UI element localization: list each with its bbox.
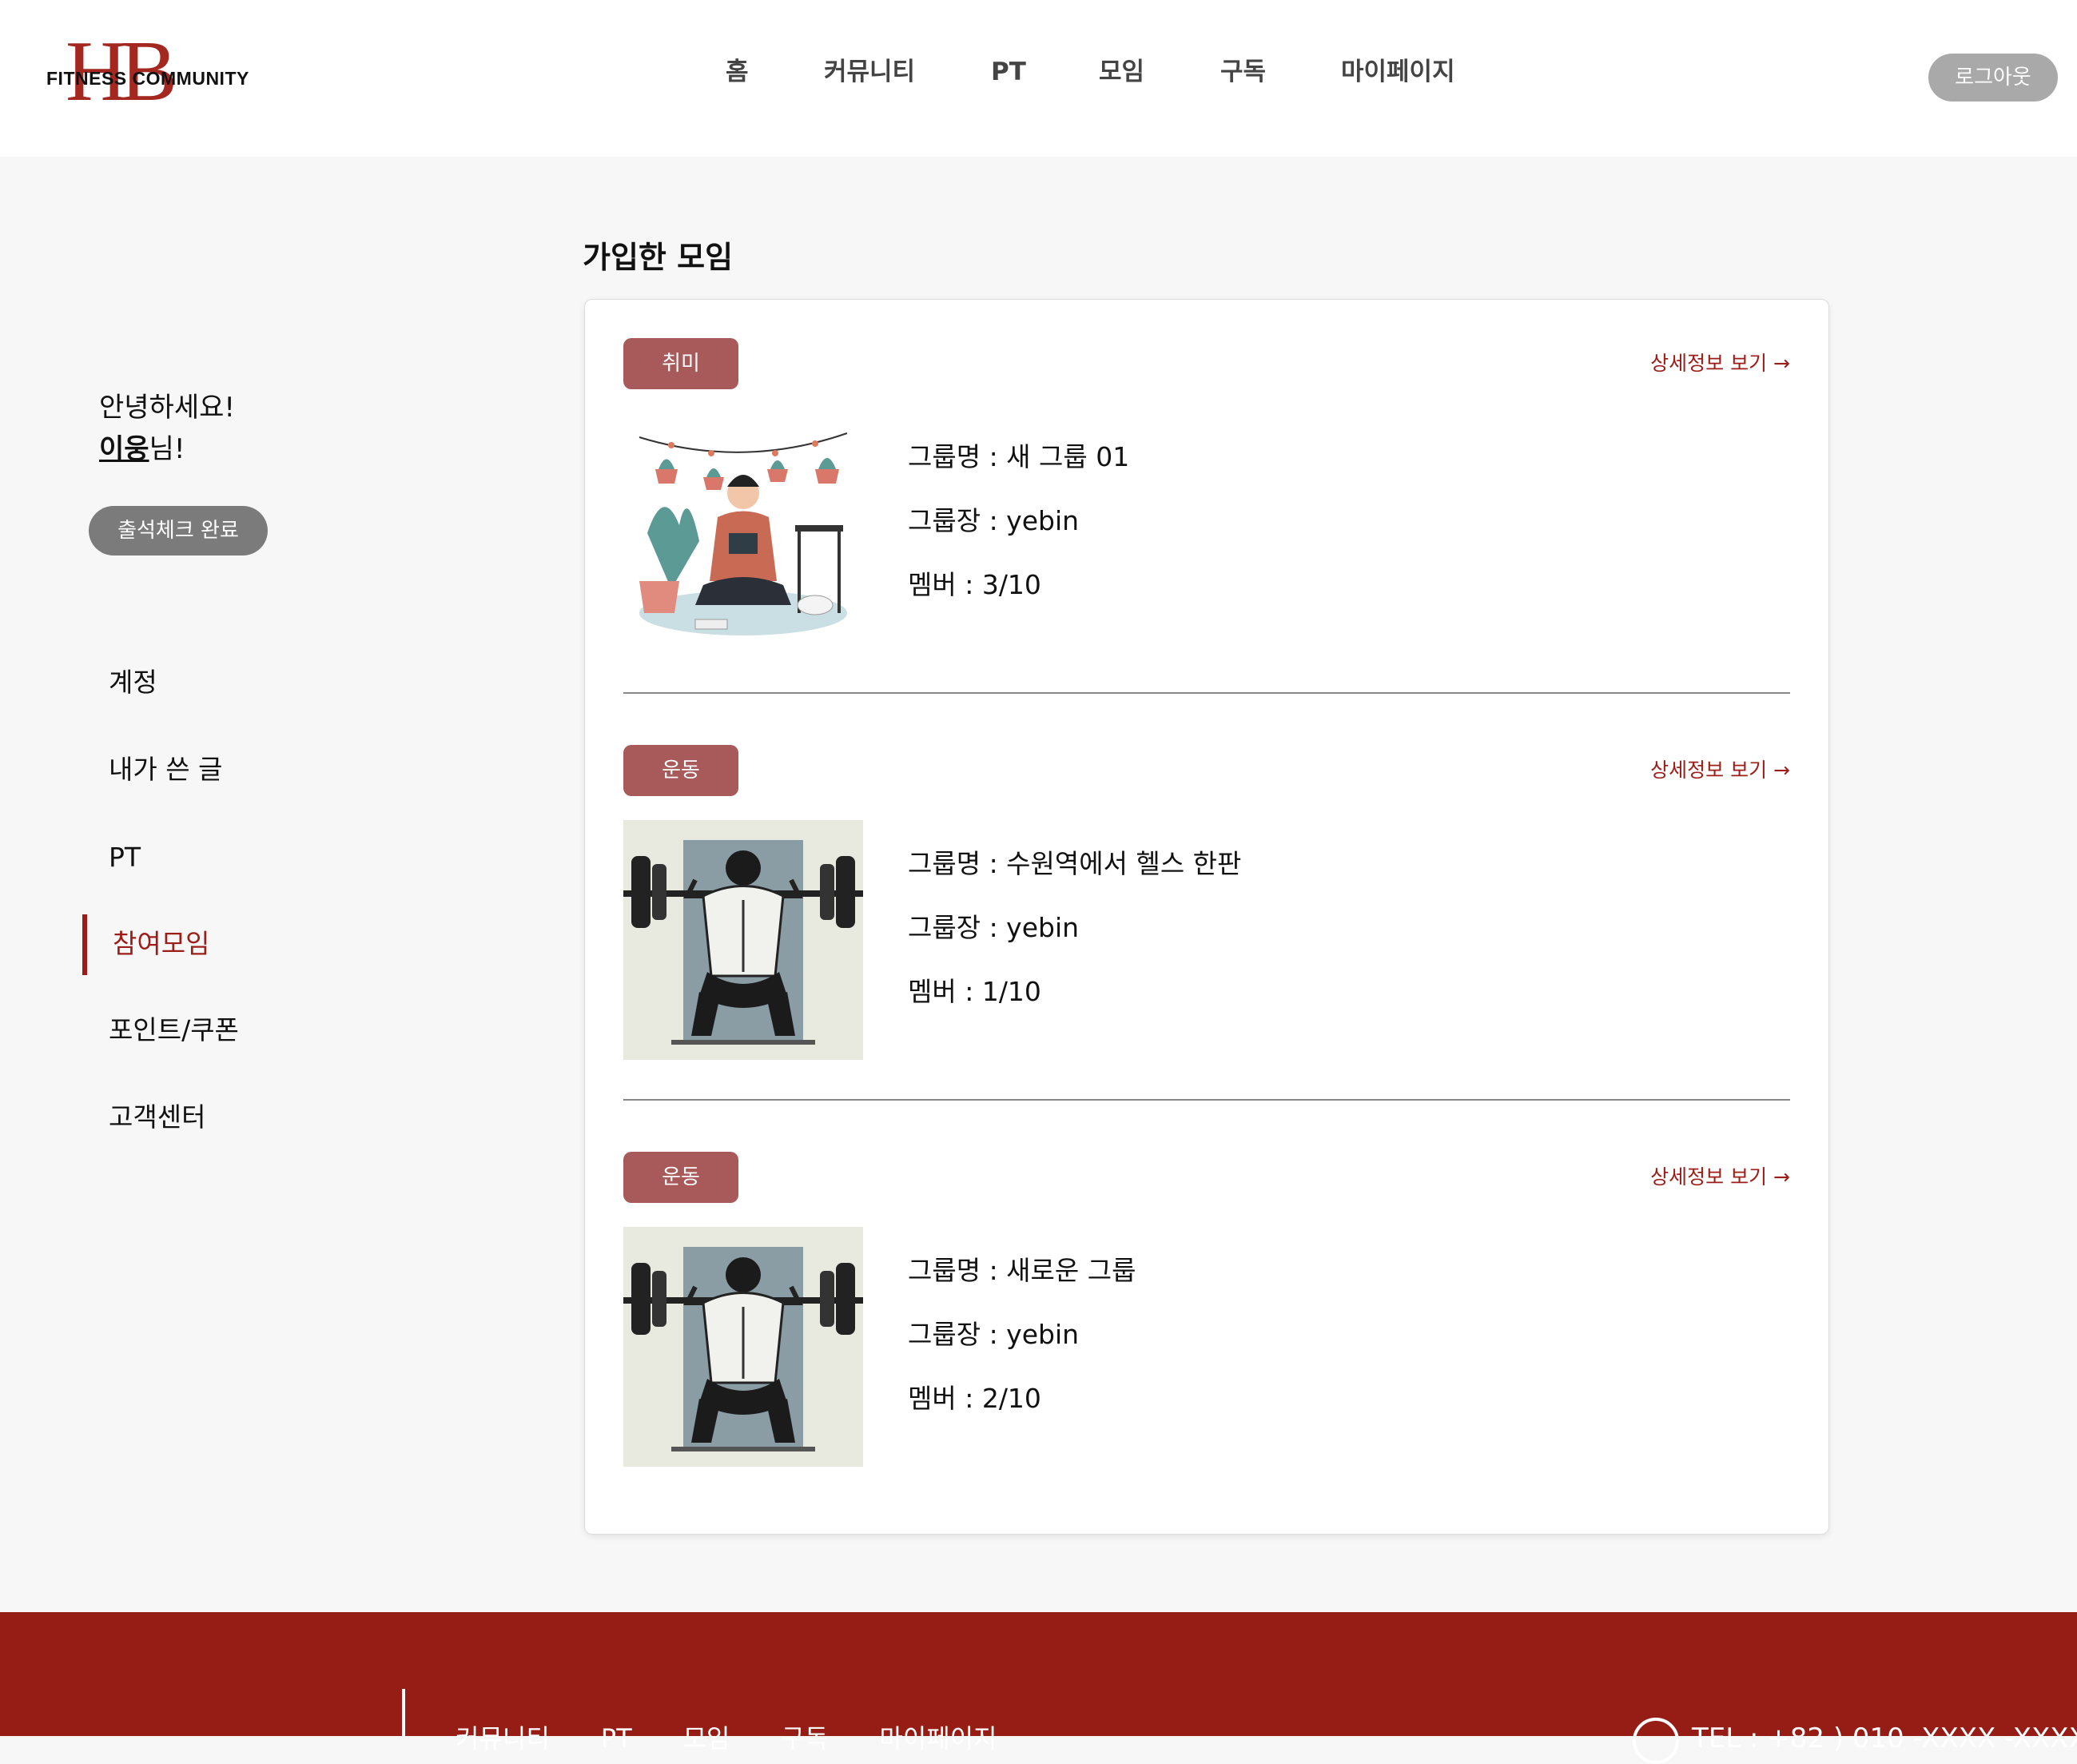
footer-link-meeting[interactable]: 모임	[683, 1723, 730, 1754]
group-members: 멤버 : 3/10	[908, 569, 1041, 600]
sidebar-item-customer-center[interactable]: 고객센터	[109, 1097, 205, 1137]
page-title: 가입한 모임	[583, 240, 734, 275]
group-leader: 그룹장 : yebin	[908, 912, 1080, 943]
nav-community[interactable]: 커뮤니티	[824, 50, 915, 94]
nav-subscription[interactable]: 구독	[1220, 50, 1266, 94]
footer-link-pt[interactable]: PT	[601, 1723, 632, 1754]
group-image[interactable]	[623, 820, 863, 1060]
group-leader: 그룹장 : yebin	[908, 505, 1080, 536]
group-item: 운동 상세정보 보기 → 그룹명	[623, 745, 1790, 1097]
logout-button[interactable]: 로그아웃	[1928, 54, 2058, 102]
site-header: HB FITNESS COMMUNITY 홈 커뮤니티 PT 모임 구독 마이페…	[0, 0, 2077, 157]
group-leader: 그룹장 : yebin	[908, 1319, 1080, 1350]
sidebar-item-pt[interactable]: PT	[109, 838, 141, 878]
user-name[interactable]: 이웅	[99, 433, 149, 465]
sidebar-item-points-coupons[interactable]: 포인트/쿠폰	[109, 1010, 239, 1050]
group-info: 그룹명 : 새로운 그룹 그룹장 : yebin 멤버 : 2/10	[908, 1251, 1136, 1443]
group-name: 그룹명 : 새로운 그룹	[908, 1255, 1136, 1286]
nav-pt[interactable]: PT	[991, 50, 1026, 94]
nav-mypage[interactable]: 마이페이지	[1341, 50, 1455, 94]
group-info: 그룹명 : 수원역에서 헬스 한판 그룹장 : yebin 멤버 : 1/10	[908, 844, 1241, 1036]
footer-tel: TEL : +82 ) 010 -XXXX -XXXX	[1692, 1722, 2077, 1754]
user-greeting: 이웅님!	[99, 428, 235, 470]
main-nav: 홈 커뮤니티 PT 모임 구독 마이페이지	[0, 50, 2077, 94]
group-item: 운동 상세정보 보기 → 그룹명	[623, 1152, 1790, 1503]
footer-divider	[402, 1689, 405, 1736]
sidebar-item-my-posts[interactable]: 내가 쓴 글	[109, 750, 222, 790]
barbell-squat-icon	[623, 820, 863, 1060]
greeting-block: 안녕하세요! 이웅님!	[99, 387, 235, 470]
detail-link[interactable]: 상세정보 보기 →	[1650, 753, 1790, 788]
group-item: 취미 상세정보 보기 → 그룹명: 새 그룹 01 그룹장: yebin 멤…	[623, 338, 1790, 690]
sidebar-item-account[interactable]: 계정	[109, 663, 157, 703]
group-image[interactable]	[623, 413, 863, 653]
footer-links: 커뮤니티 PT 모임 구독 마이페이지	[456, 1722, 1048, 1754]
group-info: 그룹명 : 새 그룹 01 그룹장 : yebin 멤버 : 3/10	[908, 437, 1129, 629]
divider	[623, 692, 1790, 694]
site-footer: 커뮤니티 PT 모임 구독 마이페이지 TEL : +82 ) 010 -XXXX -X…	[0, 1612, 2077, 1764]
nav-meeting[interactable]: 모임	[1099, 50, 1144, 94]
detail-link[interactable]: 상세정보 보기 →	[1650, 346, 1790, 381]
footer-link-subscription[interactable]: 구독	[782, 1723, 829, 1754]
divider	[623, 1099, 1790, 1101]
active-indicator	[82, 914, 87, 975]
category-badge: 운동	[623, 1152, 738, 1203]
nav-home[interactable]: 홈	[726, 50, 749, 94]
detail-link[interactable]: 상세정보 보기 →	[1650, 1160, 1790, 1195]
greeting-text: 안녕하세요!	[99, 392, 236, 424]
phone-icon	[1633, 1718, 1679, 1764]
group-image[interactable]	[623, 1227, 863, 1467]
group-list-card: 취미 상세정보 보기 → 그룹명: 새 그룹 01 그룹장: yebin 멤…	[584, 299, 1829, 1535]
footer-link-mypage[interactable]: 마이페이지	[879, 1723, 997, 1754]
user-suffix: 님!	[149, 433, 185, 465]
attendance-button[interactable]: 출석체크 완료	[89, 506, 268, 555]
category-badge: 취미	[623, 338, 738, 389]
category-badge: 운동	[623, 745, 738, 796]
reading-illustration-icon	[623, 413, 863, 653]
group-members: 멤버 : 2/10	[908, 1383, 1041, 1414]
group-name: 그룹명 : 수원역에서 헬스 한판	[908, 848, 1242, 879]
sidebar-item-joined-meetings[interactable]: 참여모임	[113, 924, 209, 964]
group-name: 그룹명 : 새 그룹 01	[908, 441, 1130, 472]
barbell-squat-icon	[623, 1227, 863, 1467]
footer-link-community[interactable]: 커뮤니티	[456, 1723, 550, 1754]
group-members: 멤버 : 1/10	[908, 976, 1041, 1007]
